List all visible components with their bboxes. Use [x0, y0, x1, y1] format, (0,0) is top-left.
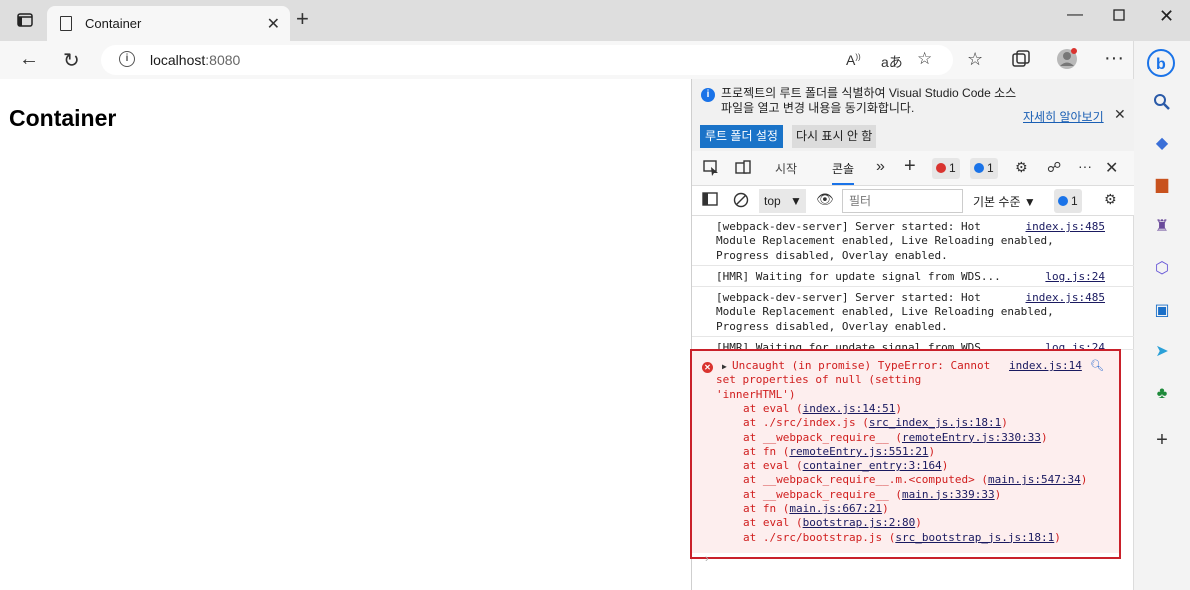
drop-icon[interactable]: ➤ [1152, 342, 1172, 362]
new-tab-icon[interactable]: + [296, 8, 309, 30]
close-window-icon[interactable]: ✕ [1159, 6, 1174, 27]
close-infobar-icon[interactable]: ✕ [1114, 106, 1126, 123]
add-favorite-icon[interactable]: ☆ [917, 49, 932, 69]
translate-icon[interactable]: aあ [881, 52, 903, 72]
profile-avatar[interactable] [1056, 48, 1078, 76]
tab-title: Container [85, 16, 142, 31]
source-link[interactable]: log.js:24 [1045, 270, 1105, 283]
log-entry: [webpack-dev-server] Server started: Hot… [692, 287, 1134, 337]
context-select[interactable]: top ▼ [759, 189, 806, 213]
collections-icon[interactable] [1012, 50, 1030, 74]
site-info-icon[interactable]: i [119, 51, 135, 67]
minimize-icon[interactable]: — [1067, 6, 1083, 24]
bing-icon[interactable]: b [1147, 49, 1175, 77]
more-icon[interactable]: ··· [1104, 47, 1124, 70]
back-icon[interactable]: ← [19, 48, 39, 71]
page-heading: Container [9, 105, 117, 131]
log-entry: [HMR] Waiting for update signal from WDS… [692, 266, 1134, 287]
read-aloud-icon[interactable]: A)) [846, 52, 861, 68]
device-emulation-icon[interactable] [735, 160, 751, 179]
console-settings-icon[interactable]: ⚙ [1104, 191, 1117, 208]
tree-icon[interactable]: ♣ [1152, 384, 1172, 404]
favorites-icon[interactable]: ☆ [967, 49, 983, 70]
page-viewport: Container [0, 79, 691, 590]
source-link[interactable]: index.js:485 [1026, 220, 1105, 233]
live-expression-icon[interactable]: 👁 [816, 191, 834, 208]
console-issue-badge[interactable]: 1 [1054, 189, 1082, 213]
set-root-folder-button[interactable]: 루트 폴더 설정 [700, 125, 783, 148]
more-tabs-icon[interactable]: » [876, 158, 885, 176]
settings-icon[interactable]: ⚙ [1015, 159, 1028, 176]
add-sidebar-icon[interactable]: + [1152, 430, 1172, 450]
chevron-down-icon: ▼ [790, 194, 802, 208]
log-level-select[interactable]: 기본 수준 ▼ [973, 193, 1036, 210]
page-icon [60, 16, 72, 31]
infobar-message: 프로젝트의 루트 폴더를 식별하여 Visual Studio Code 소스 … [721, 86, 1017, 115]
tab-welcome[interactable]: 시작 [775, 160, 797, 177]
tools-icon[interactable]: ▆ [1152, 175, 1172, 195]
info-icon: i [701, 88, 715, 102]
title-bar: Container ✕ + — ✕ [0, 0, 1190, 41]
shopping-icon[interactable]: ◆ [1152, 134, 1172, 154]
browser-toolbar: ← ↻ i localhost:8080 A)) aあ ☆ ☆ ··· [0, 41, 1140, 79]
console-prompt-icon[interactable]: › [705, 553, 709, 565]
log-entry: [webpack-dev-server] Server started: Hot… [692, 216, 1134, 266]
microsoft-365-icon[interactable]: ⬡ [1152, 259, 1172, 279]
browser-tab[interactable]: Container ✕ [47, 6, 290, 41]
error-count-badge[interactable]: 1 [932, 158, 960, 179]
outlook-icon[interactable]: ▣ [1152, 301, 1172, 321]
learn-more-link[interactable]: 자세히 알아보기 [1023, 108, 1104, 125]
clear-console-icon[interactable] [733, 192, 749, 211]
console-toolbar: top ▼ 👁 기본 수준 ▼ 1 ⚙ [692, 186, 1134, 216]
add-tab-icon[interactable]: + [904, 155, 916, 178]
svg-text:b: b [1156, 56, 1166, 73]
maximize-icon[interactable] [1113, 8, 1125, 26]
sidebar-toggle-icon[interactable] [702, 192, 718, 209]
connect-icon[interactable]: ☍ [1047, 159, 1061, 176]
address-bar[interactable]: i localhost:8080 A)) aあ ☆ [101, 45, 953, 75]
devtools-tabs: 시작 콘솔 » + 1 1 ⚙ ☍ ··· ✕ [692, 151, 1134, 186]
vscode-infobar: i 프로젝트의 루트 폴더를 식별하여 Visual Studio Code 소… [692, 79, 1134, 151]
tab-console[interactable]: 콘솔 [832, 160, 855, 185]
dont-show-again-button[interactable]: 다시 표시 안 함 [792, 125, 877, 148]
games-icon[interactable]: ♜ [1152, 217, 1172, 237]
error-highlight-box [690, 349, 1121, 559]
source-link[interactable]: index.js:485 [1026, 291, 1105, 304]
edge-sidebar: b ◆ ▆ ♜ ⬡ ▣ ➤ ♣ + [1133, 41, 1190, 590]
close-tab-icon[interactable]: ✕ [267, 14, 280, 34]
refresh-icon[interactable]: ↻ [63, 48, 80, 73]
search-icon[interactable] [1152, 93, 1172, 113]
filter-input[interactable] [842, 189, 963, 213]
issue-count-badge[interactable]: 1 [970, 158, 998, 179]
tab-actions-icon[interactable] [17, 13, 33, 30]
close-devtools-icon[interactable]: ✕ [1105, 158, 1118, 178]
inspect-element-icon[interactable] [703, 160, 719, 179]
customize-menu-icon[interactable]: ··· [1078, 158, 1092, 174]
url-text: localhost:8080 [150, 52, 241, 68]
